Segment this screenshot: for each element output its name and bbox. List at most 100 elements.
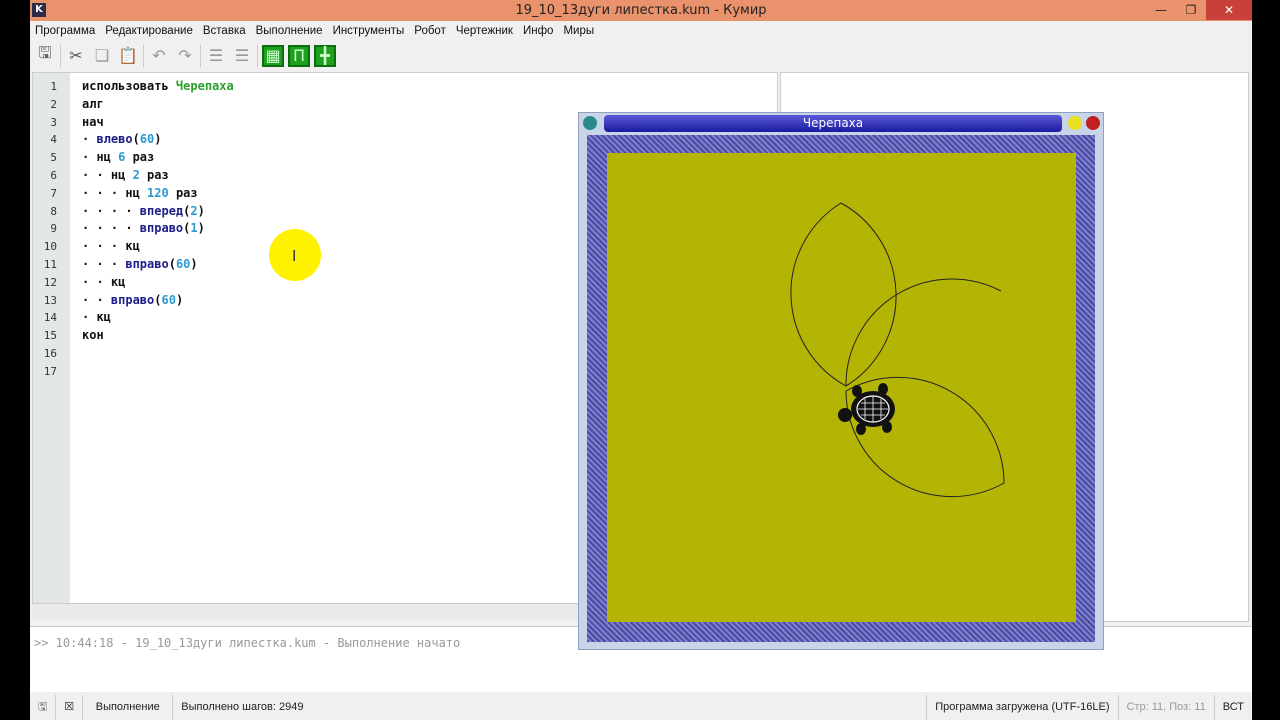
- code-token: (: [154, 292, 162, 307]
- code-token: Черепаха: [175, 79, 234, 93]
- close-turtle-icon[interactable]: [1086, 116, 1100, 130]
- code-line[interactable]: нач: [82, 115, 104, 129]
- code-line[interactable]: · · кц: [82, 275, 125, 289]
- code-line[interactable]: · · · · вперед(2): [82, 204, 205, 218]
- code-line[interactable]: · · · кц: [82, 239, 140, 253]
- code-token: · нц: [82, 150, 119, 165]
- code-token: ): [197, 203, 205, 218]
- menu-item[interactable]: Программа: [30, 21, 100, 41]
- code-token: · ·: [82, 292, 111, 307]
- drawer-world-icon[interactable]: П: [288, 44, 310, 67]
- cut-icon[interactable]: ✂: [65, 45, 87, 67]
- code-line[interactable]: · нц 6 раз: [82, 150, 154, 164]
- code-line[interactable]: · кц: [82, 310, 111, 324]
- code-line[interactable]: · · вправо(60): [82, 293, 183, 307]
- line-number: 15: [43, 329, 57, 343]
- line-number: 8: [50, 204, 57, 218]
- title-bar: K 19_10_13дуги липестка.kum - Кумир — ❐ …: [30, 0, 1252, 21]
- code-token: нач: [82, 114, 104, 129]
- close-button[interactable]: ✕: [1206, 0, 1252, 20]
- code-token: влево: [96, 132, 133, 147]
- code-token: ): [197, 221, 205, 236]
- petal-arc-1: [790, 202, 897, 387]
- code-token: · · · нц: [82, 185, 148, 200]
- menu-item[interactable]: Инфо: [518, 21, 558, 41]
- line-number: 6: [50, 169, 57, 182]
- code-line[interactable]: · · · нц 120 раз: [82, 186, 198, 200]
- code-token: · · нц: [82, 168, 133, 182]
- line-number: 9: [50, 222, 57, 236]
- petal-arc-2: [845, 278, 1002, 387]
- pin-icon[interactable]: [583, 116, 597, 130]
- line-number: 10: [43, 240, 57, 254]
- code-token: раз: [125, 150, 155, 165]
- insert-mode: ВСТ: [1222, 701, 1244, 713]
- line-number: 17: [43, 364, 57, 378]
- menu-item[interactable]: Робот: [409, 21, 451, 41]
- menu-item[interactable]: Выполнение: [251, 21, 328, 41]
- turtle-world-icon[interactable]: ╋: [314, 44, 336, 67]
- unindent-icon[interactable]: ☰: [231, 45, 253, 67]
- minimize-turtle-icon[interactable]: [1068, 116, 1082, 130]
- turtle-window[interactable]: Черепаха: [578, 112, 1104, 650]
- code-token: алг: [82, 96, 104, 111]
- code-token: · · кц: [82, 274, 126, 289]
- menu-item[interactable]: Миры: [558, 21, 599, 41]
- code-token: раз: [168, 185, 198, 200]
- code-token: 120: [147, 185, 169, 200]
- turtle-window-title[interactable]: Черепаха: [604, 115, 1062, 132]
- code-token: вперед: [139, 203, 184, 218]
- code-token: раз: [139, 168, 169, 182]
- code-token: использовать: [82, 79, 176, 93]
- restore-button[interactable]: ❐: [1176, 0, 1206, 20]
- undo-icon[interactable]: ↶: [148, 45, 170, 67]
- save-icon[interactable]: 🖫: [34, 43, 56, 67]
- status-bar: 🖫 ☒ Выполнение Выполнено шагов: 2949 Про…: [30, 695, 1252, 720]
- line-number: 11: [43, 258, 57, 271]
- code-token: ): [190, 257, 198, 271]
- code-token: кон: [82, 328, 104, 343]
- code-token: 60: [175, 257, 191, 271]
- code-line[interactable]: · · · · вправо(1): [82, 221, 205, 235]
- code-token: ): [175, 292, 184, 307]
- menu-item[interactable]: Вставка: [198, 21, 251, 41]
- menu-item[interactable]: Инструменты: [328, 21, 410, 41]
- code-line[interactable]: использовать Черепаха: [82, 79, 234, 93]
- close-status-icon[interactable]: ☒: [56, 695, 84, 720]
- code-token: 2: [190, 203, 198, 218]
- line-number: 1: [50, 80, 57, 93]
- cursor-position: Стр: 11, Поз: 11: [1119, 695, 1215, 720]
- paste-icon[interactable]: 📋: [117, 45, 139, 67]
- canvas-frame: [587, 135, 1095, 642]
- window-title: 19_10_13дуги липестка.kum - Кумир: [515, 3, 767, 18]
- menu-item[interactable]: Чертежник: [451, 21, 518, 41]
- code-token: · · ·: [82, 257, 126, 271]
- line-number: 12: [43, 275, 57, 289]
- code-token: ·: [82, 132, 97, 147]
- code-line[interactable]: · влево(60): [82, 132, 162, 146]
- redo-icon[interactable]: ↷: [174, 45, 196, 67]
- code-token: · кц: [82, 310, 111, 325]
- indent-icon[interactable]: ☰: [205, 45, 227, 67]
- code-line[interactable]: · · · вправо(60): [82, 257, 198, 271]
- menu-item[interactable]: Редактирование: [100, 21, 198, 41]
- load-status: Программа загружена (UTF-16LE): [927, 695, 1119, 720]
- turtle-canvas: [607, 153, 1076, 622]
- text-cursor-icon: I: [292, 247, 297, 265]
- code-token: (: [132, 132, 140, 147]
- toolbar: 🖫 ✂ ❏ 📋 ↶ ↷ ☰ ☰ ▦ П ╋: [30, 42, 336, 69]
- minimize-button[interactable]: —: [1146, 0, 1176, 20]
- copy-icon[interactable]: ❏: [91, 45, 113, 67]
- code-line[interactable]: кон: [82, 328, 104, 342]
- line-number: 4: [50, 133, 57, 147]
- code-token: 2: [132, 168, 140, 182]
- line-number: 14: [43, 311, 57, 325]
- robot-world-icon[interactable]: ▦: [262, 44, 284, 67]
- line-number: 16: [43, 347, 57, 360]
- code-token: вправо: [139, 221, 184, 236]
- code-token: 60: [139, 132, 155, 147]
- code-token: (: [168, 257, 176, 271]
- code-line[interactable]: · · нц 2 раз: [82, 168, 169, 182]
- drawing: [790, 202, 1005, 498]
- code-line[interactable]: алг: [82, 97, 104, 111]
